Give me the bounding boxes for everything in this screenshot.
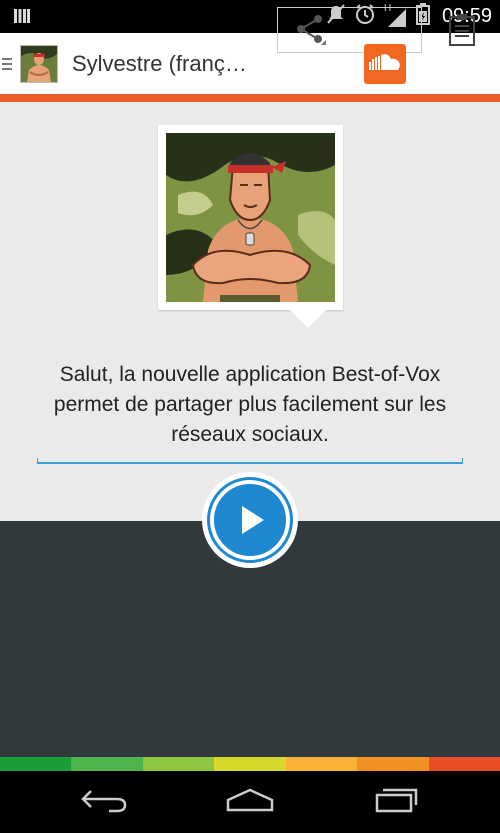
share-icon [293,12,327,51]
drawer-icon [2,55,14,73]
color-segment-1 [0,757,72,771]
back-icon [79,787,129,818]
recent-apps-icon [373,787,419,818]
home-up-button[interactable]: Sylvestre (franç… [0,33,247,94]
home-icon [225,787,275,818]
accent-line [0,94,500,102]
avatar-pointer [290,310,326,328]
clipboard-button[interactable] [442,12,482,52]
action-bar: Sylvestre (franç… [0,33,500,94]
home-button[interactable] [220,783,280,821]
clipboard-icon [448,13,476,52]
soundcloud-icon [368,53,402,76]
page-title: Sylvestre (franç… [72,50,247,76]
avatar [158,125,343,310]
notification-bars-icon [14,8,30,29]
color-segment-3 [142,757,215,771]
color-bar [0,757,500,771]
back-button[interactable] [74,783,134,821]
navigation-bar [0,771,500,833]
play-button[interactable] [210,480,290,560]
recent-apps-button[interactable] [366,783,426,821]
main-content: Salut, la nouvelle application Best-of-V… [0,102,500,521]
soundcloud-button[interactable] [364,44,406,84]
status-bar: H 09:59 [0,0,500,33]
color-segment-6 [357,757,429,771]
share-button[interactable] [280,12,340,50]
text-field-underline[interactable] [37,458,463,464]
color-segment-5 [285,757,358,771]
message-text: Salut, la nouvelle application Best-of-V… [53,363,447,446]
color-segment-2 [71,757,143,771]
color-segment-4 [214,757,286,771]
play-icon [240,504,266,541]
app-icon [20,44,58,83]
color-segment-7 [428,757,500,771]
